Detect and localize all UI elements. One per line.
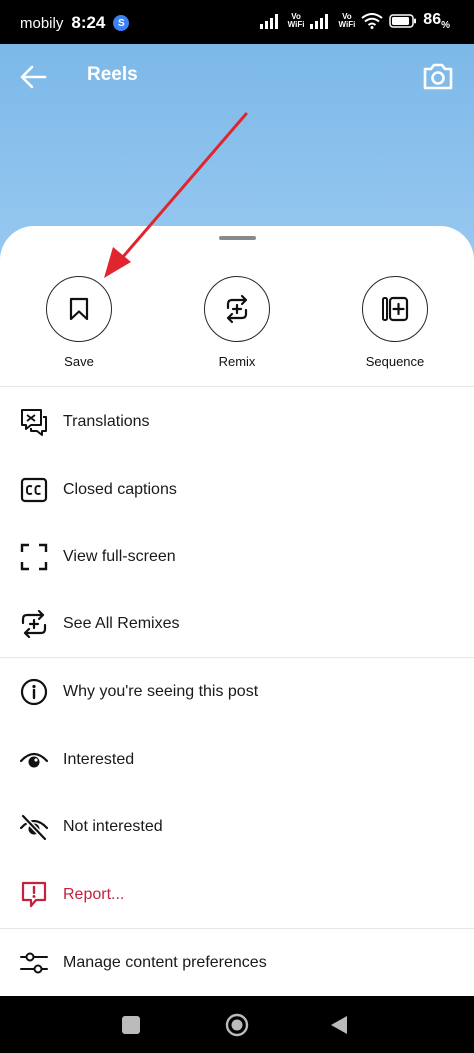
menu-label: Manage content preferences bbox=[63, 954, 267, 971]
carrier-name: mobily bbox=[20, 14, 64, 32]
battery-icon bbox=[389, 14, 417, 28]
camera-icon[interactable] bbox=[421, 59, 455, 93]
divider bbox=[0, 657, 474, 658]
status-left: mobily 8:24 S bbox=[20, 13, 130, 33]
menu-item-closed-captions[interactable]: Closed captions bbox=[0, 462, 474, 518]
battery-value: 86 bbox=[423, 11, 442, 28]
arrow-left-icon[interactable] bbox=[18, 62, 48, 92]
sequence-icon bbox=[382, 296, 409, 322]
info-icon bbox=[19, 677, 49, 707]
battery-unit: % bbox=[441, 20, 450, 32]
fullscreen-icon bbox=[19, 542, 49, 572]
menu-label: Not interested bbox=[63, 818, 163, 835]
menu-label: View full-screen bbox=[63, 548, 176, 565]
status-right: Vo WiFi Vo WiFi 86% bbox=[259, 11, 450, 31]
eye-icon bbox=[19, 745, 49, 775]
menu-item-see-all-remixes[interactable]: See All Remixes bbox=[0, 596, 474, 652]
signal-icon bbox=[310, 14, 329, 30]
vowifi-wifi: WiFi bbox=[287, 20, 305, 30]
status-time: 8:24 bbox=[71, 13, 106, 32]
signal-icon bbox=[259, 14, 278, 30]
save-action[interactable]: Save bbox=[29, 276, 129, 369]
menu-item-manage-content-preferences[interactable]: Manage content preferences bbox=[0, 935, 474, 991]
options-sheet: Save Remix Sequence Translations Closed … bbox=[0, 226, 474, 996]
closed-captions-icon bbox=[19, 475, 49, 505]
menu-label: Translations bbox=[63, 413, 150, 430]
status-bar: mobily 8:24 S Vo WiFi Vo WiFi 86% bbox=[0, 0, 474, 44]
menu-item-translations[interactable]: Translations bbox=[0, 394, 474, 450]
vowifi-indicator: Vo WiFi bbox=[288, 13, 305, 29]
circle-home-icon[interactable] bbox=[225, 1013, 249, 1037]
menu-label: Why you're seeing this post bbox=[63, 683, 259, 700]
page-title: Reels bbox=[87, 64, 138, 85]
menu-label: Closed captions bbox=[63, 481, 177, 498]
save-label: Save bbox=[64, 354, 94, 369]
divider bbox=[0, 928, 474, 929]
sheet-grab-handle[interactable] bbox=[219, 236, 256, 240]
vowifi-wifi: WiFi bbox=[338, 20, 356, 30]
save-button[interactable] bbox=[46, 276, 112, 342]
notification-app-icon: S bbox=[113, 15, 130, 31]
menu-item-interested[interactable]: Interested bbox=[0, 732, 474, 788]
menu-label: Interested bbox=[63, 751, 135, 768]
divider bbox=[0, 386, 474, 387]
menu-item-view-full-screen[interactable]: View full-screen bbox=[0, 529, 474, 585]
remix-icon bbox=[19, 609, 49, 639]
menu-label: Report... bbox=[63, 886, 125, 903]
menu-item-why-seeing-post[interactable]: Why you're seeing this post bbox=[0, 664, 474, 720]
sequence-label: Sequence bbox=[365, 354, 425, 369]
sliders-icon bbox=[19, 948, 49, 978]
menu-item-not-interested[interactable]: Not interested bbox=[0, 799, 474, 855]
bookmark-icon bbox=[69, 297, 89, 321]
square-icon[interactable] bbox=[122, 1016, 140, 1034]
wifi-icon bbox=[361, 13, 383, 30]
translate-icon bbox=[19, 407, 49, 437]
sequence-button[interactable] bbox=[362, 276, 428, 342]
remix-icon bbox=[226, 294, 248, 324]
eye-off-icon bbox=[19, 812, 49, 842]
vowifi-indicator: Vo WiFi bbox=[338, 13, 355, 29]
remix-action[interactable]: Remix bbox=[187, 276, 287, 369]
remix-label: Remix bbox=[218, 354, 256, 369]
sequence-action[interactable]: Sequence bbox=[345, 276, 445, 369]
remix-button[interactable] bbox=[204, 276, 270, 342]
menu-item-report[interactable]: Report... bbox=[0, 867, 474, 923]
battery-percent: 86% bbox=[423, 11, 450, 31]
triangle-back-icon[interactable] bbox=[329, 1014, 349, 1036]
menu-label: See All Remixes bbox=[63, 615, 180, 632]
report-icon bbox=[19, 880, 49, 910]
